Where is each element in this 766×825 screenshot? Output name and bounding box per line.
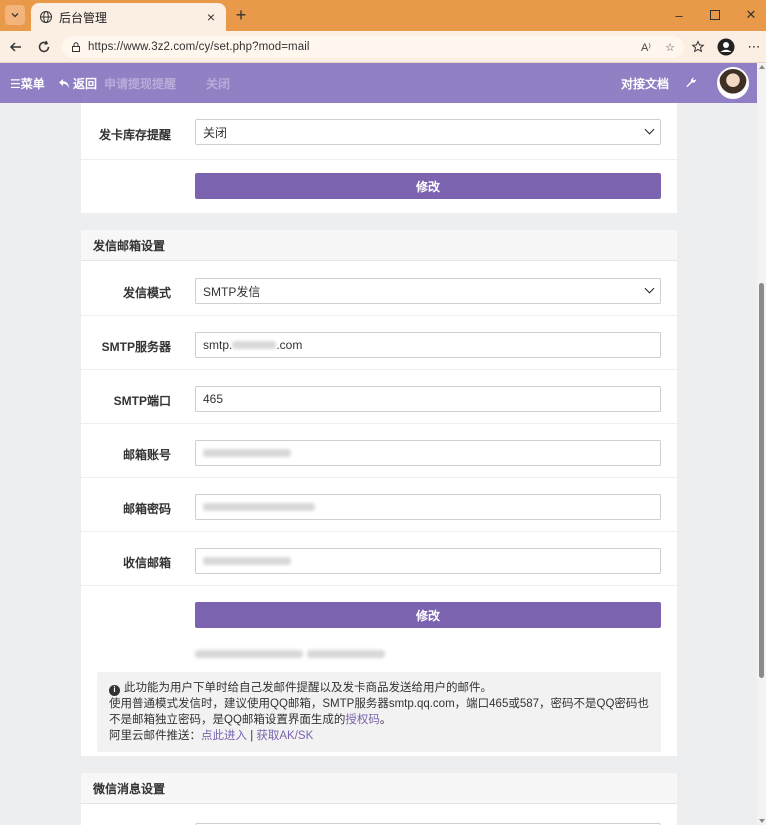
scrollbar-thumb[interactable] — [759, 283, 764, 678]
send-mode-label: 发信模式 — [122, 286, 171, 300]
stock-reminder-label: 发卡库存提醒 — [98, 128, 171, 142]
email-password-label: 邮箱密码 — [122, 502, 171, 516]
redacted-text — [203, 449, 291, 457]
smtp-server-prefix: smtp. — [203, 338, 233, 352]
api-docs-link[interactable]: 对接文档 — [621, 63, 669, 103]
stock-reminder-select[interactable]: 关闭 — [195, 119, 661, 145]
redacted-text — [232, 341, 277, 349]
more-options-icon[interactable]: ⋯ — [744, 37, 764, 57]
info-icon: i — [109, 684, 120, 696]
redacted-text — [203, 557, 291, 565]
user-avatar[interactable] — [717, 67, 749, 99]
back-button[interactable]: 返回 — [58, 63, 97, 103]
new-tab-button[interactable]: + — [232, 5, 250, 25]
smtp-server-label: SMTP服务器 — [101, 340, 171, 354]
maximize-icon — [710, 10, 720, 20]
email-password-input[interactable] — [195, 494, 661, 520]
smtp-port-value: 465 — [203, 392, 224, 406]
browser-tab[interactable]: 后台管理 × — [31, 3, 226, 31]
send-mode-value: SMTP发信 — [203, 284, 261, 299]
tab-title: 后台管理 — [59, 10, 108, 25]
favorites-icon[interactable] — [688, 37, 708, 57]
redacted-text — [195, 650, 303, 658]
smtp-server-row: SMTP服务器 smtp. .com — [81, 316, 677, 370]
redacted-link — [195, 650, 385, 660]
redacted-text — [203, 503, 315, 511]
tip-text-3-end: 。 — [379, 714, 392, 726]
recipient-email-row: 收信邮箱 — [81, 532, 677, 586]
save-button[interactable]: 修改 — [195, 173, 661, 199]
send-mode-row: 发信模式 SMTP发信 — [81, 262, 677, 316]
smtp-port-label: SMTP端口 — [113, 394, 171, 408]
send-mode-select[interactable]: SMTP发信 — [195, 278, 661, 304]
close-tab-icon[interactable]: × — [204, 9, 218, 25]
globe-icon — [39, 10, 53, 24]
profile-icon[interactable] — [716, 37, 736, 57]
chevron-down-icon — [644, 124, 655, 135]
browser-tab-bar: 后台管理 × + – ✕ — [0, 0, 766, 31]
scrolled-row-value: 关闭 — [206, 76, 231, 91]
tip-line-1: i 此功能为用户下单时给自己发邮件提醒以及发卡商品发送给用户的邮件。 — [109, 680, 649, 696]
stock-reminder-value: 关闭 — [203, 125, 228, 140]
wechat-settings-card: 微信消息设置 — [81, 773, 677, 825]
get-aksk-link[interactable]: 获取AK/SK — [256, 730, 313, 742]
mail-settings-header: 发信邮箱设置 — [81, 230, 677, 261]
tip-text-4: 阿里云邮件推送： — [109, 730, 201, 742]
scroll-down-arrow-icon[interactable] — [759, 819, 765, 823]
refresh-icon[interactable] — [34, 37, 54, 57]
tip-separator: | — [247, 730, 257, 742]
mail-settings-card: 发信邮箱设置 发信模式 SMTP发信 SMTP服务器 smtp. .com SM… — [81, 230, 677, 756]
tip-line-2: 使用普通模式发信时，建议使用QQ邮箱，SMTP服务器smtp.qq.com，端口… — [109, 698, 649, 710]
aliyun-enter-link[interactable]: 点此进入 — [201, 730, 247, 742]
lock-icon — [70, 41, 82, 53]
reply-arrow-icon — [59, 78, 69, 88]
smtp-port-input[interactable]: 465 — [195, 386, 661, 412]
tip-text-3: 不是邮箱独立密码，是QQ邮箱设置界面生成的 — [109, 714, 346, 726]
chevron-down-icon — [11, 13, 19, 18]
stock-reminder-row: 发卡库存提醒 关闭 — [81, 106, 677, 160]
read-aloud-icon[interactable]: A⁾ — [638, 39, 654, 55]
page-scrollbar[interactable] — [757, 63, 766, 825]
url-text: https://www.3z2.com/cy/set.php?mod=mail — [88, 41, 310, 53]
recipient-email-input[interactable] — [195, 548, 661, 574]
menu-button[interactable]: ☰菜单 — [10, 63, 45, 103]
chevron-down-icon — [644, 283, 655, 294]
redacted-text — [307, 650, 385, 658]
url-field[interactable]: https://www.3z2.com/cy/set.php?mod=mail … — [62, 36, 684, 58]
email-password-row: 邮箱密码 — [81, 478, 677, 532]
auth-code-link[interactable]: 授权码 — [345, 714, 380, 726]
email-account-row: 邮箱账号 — [81, 424, 677, 478]
smtp-server-suffix: .com — [276, 338, 303, 352]
tip-text-1: 此功能为用户下单时给自己发邮件提醒以及发卡商品发送给用户的邮件。 — [124, 682, 492, 694]
tip-line-3: 不是邮箱独立密码，是QQ邮箱设置界面生成的授权码。 — [109, 712, 649, 728]
tab-actions-button[interactable] — [5, 5, 25, 25]
scrolled-row-label: 申请提现提醒 — [104, 76, 177, 91]
email-account-input[interactable] — [195, 440, 661, 466]
address-bar: https://www.3z2.com/cy/set.php?mod=mail … — [0, 31, 766, 63]
back-arrow-icon[interactable] — [6, 37, 26, 57]
recipient-email-label: 收信邮箱 — [122, 556, 171, 570]
tip-line-4: 阿里云邮件推送：点此进入 | 获取AK/SK — [109, 728, 649, 744]
page-viewport: 发卡库存提醒 关闭 修改 发信邮箱设置 发信模式 SMTP发信 SMTP服务器 … — [0, 63, 757, 825]
smtp-port-row: SMTP端口 465 — [81, 370, 677, 424]
mail-help-tip: i 此功能为用户下单时给自己发邮件提醒以及发卡商品发送给用户的邮件。 使用普通模式… — [97, 672, 661, 752]
maximize-button[interactable] — [703, 4, 727, 26]
wrench-icon[interactable] — [685, 63, 697, 103]
close-window-button[interactable]: ✕ — [739, 4, 763, 26]
save-mail-button[interactable]: 修改 — [195, 602, 661, 628]
email-account-label: 邮箱账号 — [122, 448, 171, 462]
scroll-up-arrow-icon[interactable] — [759, 65, 765, 69]
back-label: 返回 — [73, 76, 98, 91]
favorite-star-icon[interactable]: ☆ — [662, 39, 678, 55]
minimize-button[interactable]: – — [667, 4, 691, 26]
smtp-server-input[interactable]: smtp. .com — [195, 332, 661, 358]
wechat-settings-header: 微信消息设置 — [81, 773, 677, 804]
top-navbar: ☰菜单 返回 申请提现提醒 关闭 对接文档 — [0, 63, 757, 103]
